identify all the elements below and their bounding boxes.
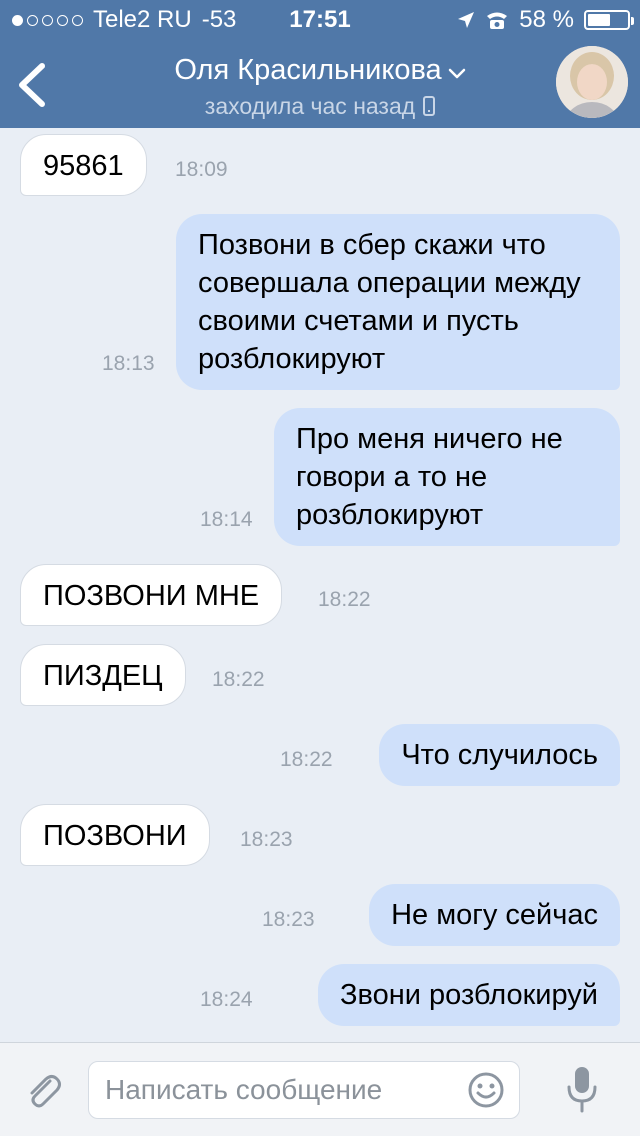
message-time: 18:14 <box>200 508 253 531</box>
message-bubble-incoming[interactable]: ПОЗВОНИ МНЕ <box>20 564 283 626</box>
message-time: 18:22 <box>280 748 333 771</box>
message-bubble-outgoing[interactable]: Позвони в сбер скажи что совершала опера… <box>176 214 620 390</box>
contact-avatar[interactable] <box>556 46 628 118</box>
emoji-button[interactable] <box>467 1071 505 1109</box>
message-time: 18:22 <box>212 668 265 691</box>
battery-percent: 58 % <box>519 6 574 33</box>
message-bubble-outgoing[interactable]: Про меня ничего не говори а то не розбло… <box>274 408 620 546</box>
location-arrow-icon <box>458 12 475 28</box>
composer-bar: Написать сообщение <box>0 1042 640 1136</box>
phone-icon <box>423 96 436 117</box>
message-text: ПОЗВОНИ <box>43 820 187 852</box>
message-text: Позвони в сбер скажи что совершала опера… <box>198 229 581 375</box>
back-chevron-icon <box>19 63 45 107</box>
last-seen-label: заходила час назад <box>204 93 416 120</box>
message-list[interactable]: 95861 18:09 Позвони в сбер скажи что сов… <box>0 128 640 1042</box>
message-bubble-incoming[interactable]: ПИЗДЕЦ <box>20 644 186 706</box>
message-text: Не могу сейчас <box>391 899 598 931</box>
back-button[interactable] <box>12 60 52 110</box>
message-time: 18:22 <box>318 588 371 611</box>
message-bubble-incoming[interactable]: 95861 <box>20 134 147 196</box>
message-time: 18:23 <box>240 828 293 851</box>
message-text: ПОЗВОНИ МНЕ <box>43 580 260 612</box>
message-time: 18:24 <box>200 988 253 1011</box>
message-bubble-outgoing[interactable]: Звони розблокируй <box>318 964 620 1026</box>
message-text: 95861 <box>43 150 124 182</box>
message-bubble-outgoing[interactable]: Не могу сейчас <box>369 884 620 946</box>
battery-icon <box>584 10 634 30</box>
voice-message-button[interactable] <box>565 1065 599 1115</box>
message-time: 18:23 <box>262 908 315 931</box>
contact-title[interactable]: Оля Красильникова заходила час назад <box>80 52 560 121</box>
chat-header: Tele2 RU -53 17:51 58 % Оля Красильников… <box>0 0 640 128</box>
message-input[interactable]: Написать сообщение <box>88 1061 520 1119</box>
alarm-icon <box>487 12 508 29</box>
smile-icon <box>468 1072 504 1108</box>
status-bar: Tele2 RU -53 17:51 58 % <box>0 0 640 40</box>
message-text: ПИЗДЕЦ <box>43 660 163 692</box>
message-bubble-incoming[interactable]: ПОЗВОНИ <box>20 804 210 866</box>
message-text: Что случилось <box>401 739 598 771</box>
paperclip-icon <box>30 1075 61 1108</box>
attach-button[interactable] <box>22 1069 66 1113</box>
message-text: Звони розблокируй <box>340 979 598 1011</box>
microphone-icon <box>567 1067 597 1113</box>
message-bubble-outgoing[interactable]: Что случилось <box>379 724 620 786</box>
message-time: 18:13 <box>102 352 155 375</box>
message-input-placeholder: Написать сообщение <box>105 1074 383 1105</box>
dropdown-chevron-icon <box>448 53 466 89</box>
contact-name: Оля Красильникова <box>174 54 442 86</box>
message-text: Про меня ничего не говори а то не розбло… <box>296 423 563 531</box>
message-time: 18:09 <box>175 158 228 181</box>
